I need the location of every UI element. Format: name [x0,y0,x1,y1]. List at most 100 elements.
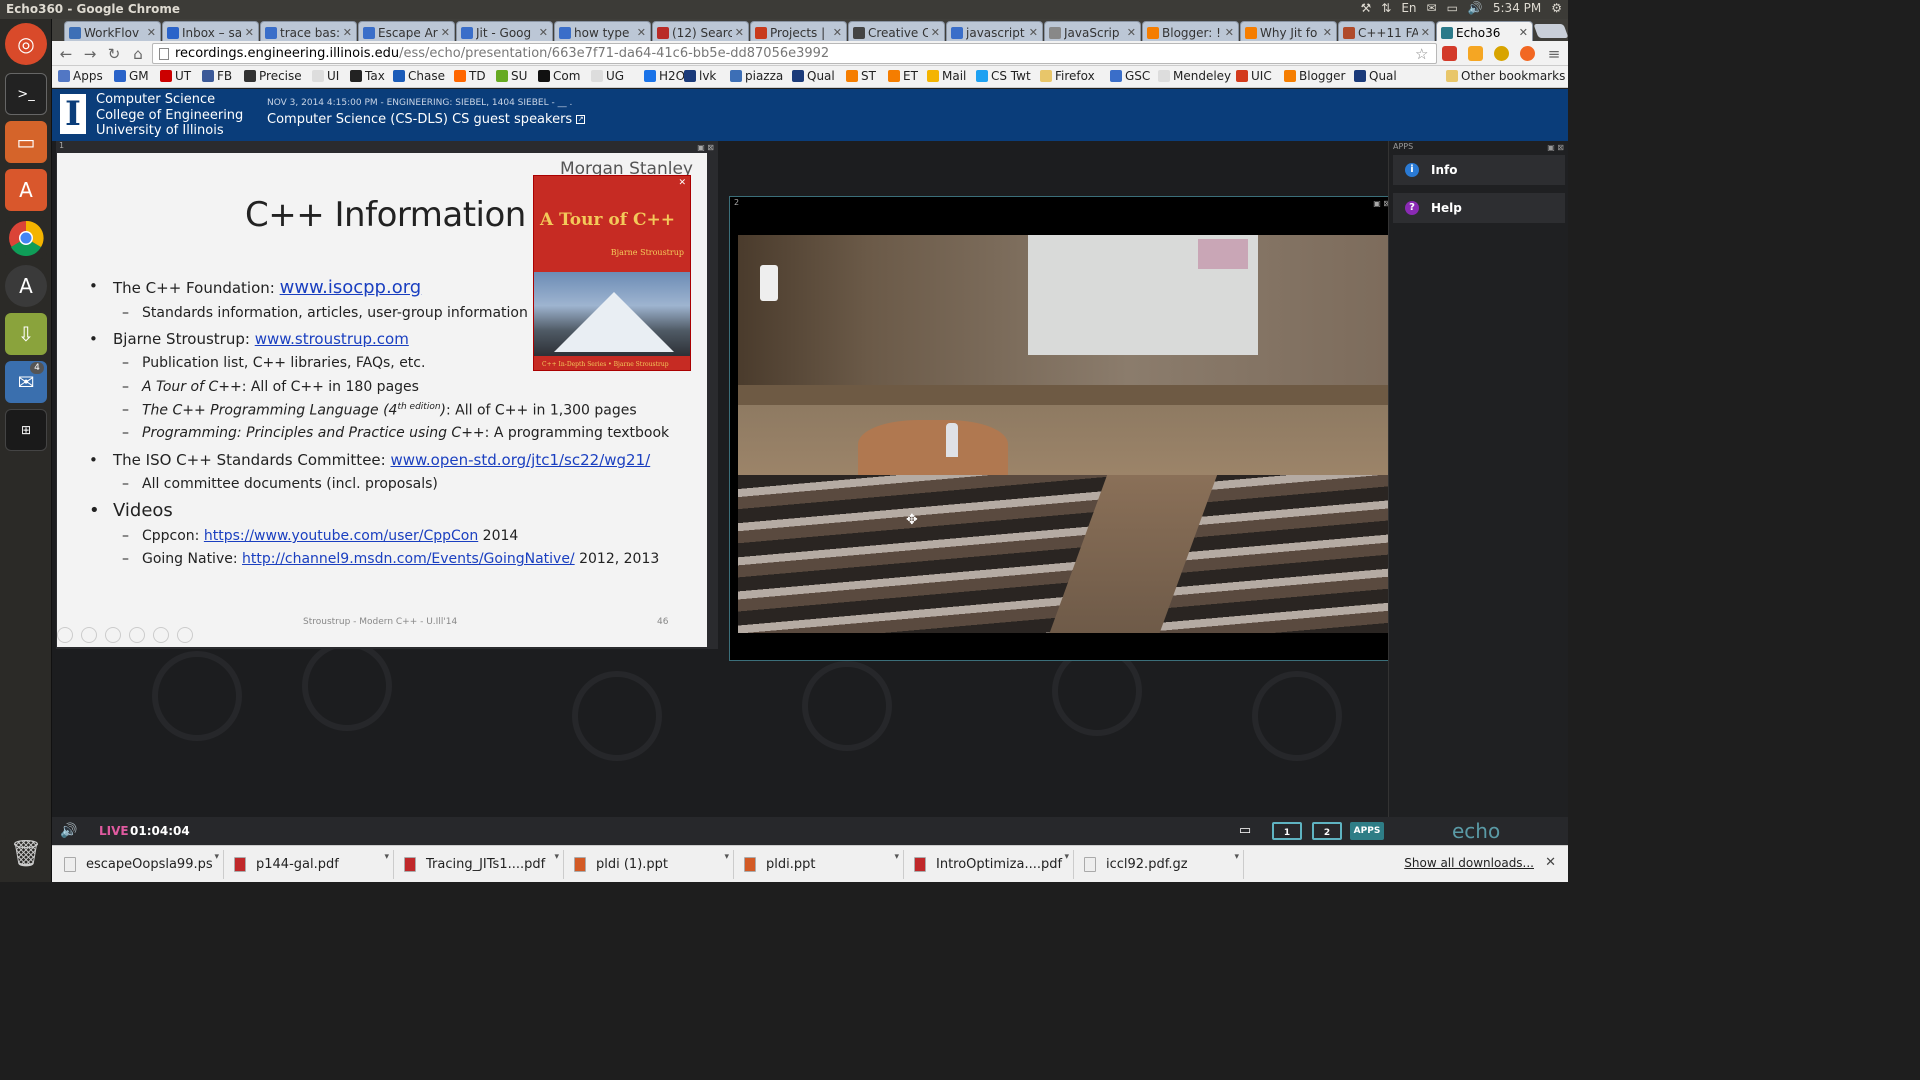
chevron-down-icon[interactable]: ▾ [724,852,729,862]
bookmark[interactable]: UT [160,69,191,83]
chevron-down-icon[interactable]: ▾ [554,852,559,862]
terminal-icon[interactable]: >_ [5,73,47,115]
volume-icon[interactable]: 🔊 [60,823,77,839]
bookmark[interactable]: Qual [1354,69,1397,83]
download-item[interactable]: iccl92.pdf.gz ▾ [1076,850,1244,879]
download-item[interactable]: p144-gal.pdf ▾ [226,850,394,879]
tab-close-icon[interactable]: ✕ [245,26,254,39]
cppcon-link[interactable]: https://www.youtube.com/user/CppCon [204,528,478,544]
bookmark[interactable]: Com [538,69,580,83]
tab[interactable]: how type ✕ [554,21,651,41]
download-item[interactable]: Tracing_JITs1....pdf ▾ [396,850,564,879]
download-item[interactable]: pldi.ppt ▾ [736,850,904,879]
software-center-icon[interactable]: A [5,169,47,211]
external-link-icon[interactable]: ↗ [576,115,586,124]
bookmark[interactable]: Tax [350,69,385,83]
chevron-down-icon[interactable]: ▾ [1234,852,1239,862]
tab-close-icon[interactable]: ✕ [1225,26,1234,39]
bookmark[interactable]: Blogger [1284,69,1345,83]
tab-close-icon[interactable]: ✕ [147,26,156,39]
download-item[interactable]: escapeOopsla99.ps ▾ [56,850,224,879]
chevron-down-icon[interactable]: ▾ [894,852,899,862]
home-button[interactable]: ⌂ [128,44,148,64]
tab[interactable]: Why Jit fo ✕ [1240,21,1337,41]
tab[interactable]: Escape Ar ✕ [358,21,455,41]
tab-close-icon[interactable]: ✕ [1323,26,1332,39]
tab-close-icon[interactable]: ✕ [637,26,646,39]
apps-button[interactable]: APPS [1350,822,1384,840]
tab[interactable]: Creative C ✕ [848,21,945,41]
bookmark[interactable]: Chase [393,69,445,83]
bookmark[interactable]: Apps [58,69,103,83]
copy-icon[interactable] [129,627,145,643]
video-panel[interactable]: 2 ▣ ⊠ ✥ [729,196,1395,661]
dash-icon[interactable]: ◎ [5,23,47,65]
tab-close-icon[interactable]: ✕ [833,26,842,39]
chevron-down-icon[interactable]: ▾ [214,852,219,862]
bookmark[interactable]: H2O [644,69,685,83]
tab[interactable]: Blogger: ! ✕ [1142,21,1239,41]
files-icon[interactable]: ▭ [5,121,47,163]
tab-close-icon[interactable]: ✕ [1127,26,1136,39]
next-slide-icon[interactable] [81,627,97,643]
app-help[interactable]: ? Help [1393,193,1565,223]
mail-icon[interactable]: ✉ [1427,1,1437,15]
bookmark[interactable]: UIC [1236,69,1272,83]
bookmark[interactable]: UI [312,69,339,83]
tab-close-icon[interactable]: ✕ [343,26,352,39]
gear-icon[interactable]: ⚙ [1551,1,1562,15]
battery-icon[interactable]: ▭ [1447,1,1458,15]
bookmark[interactable]: GSC [1110,69,1150,83]
tab[interactable]: trace bas: ✕ [260,21,357,41]
tab[interactable]: JavaScrip ✕ [1044,21,1141,41]
bookmark[interactable]: SU [496,69,527,83]
tab-close-icon[interactable]: ✕ [1029,26,1038,39]
zoom-icon[interactable] [153,627,169,643]
presentation-title[interactable]: Computer Science (CS-DLS) CS guest speak… [267,112,586,127]
other-bookmarks[interactable]: Other bookmarks [1446,69,1565,83]
bookmark[interactable]: CS Twt [976,69,1031,83]
tab-close-icon[interactable]: ✕ [1519,26,1528,39]
chrome-menu-button[interactable]: ≡ [1544,44,1564,64]
close-shelf-icon[interactable]: ✕ [1545,855,1556,870]
tray-icon[interactable]: En [1401,1,1416,15]
slide-panel[interactable]: 1 ▣ ⊠ Morgan Stanley C++ Information ✕ A… [56,141,718,649]
forward-button[interactable]: → [80,44,100,64]
trash-icon[interactable]: 🗑 [5,833,47,875]
extension-icon[interactable] [1468,46,1483,61]
bookmark[interactable]: ET [888,69,918,83]
chevron-down-icon[interactable]: ▾ [384,852,389,862]
tab[interactable]: Jit - Goog ✕ [456,21,553,41]
layout-button[interactable]: ▭ [1232,822,1258,840]
panel-controls[interactable]: ▣ ⊠ [1547,143,1564,152]
tab[interactable]: javascript ✕ [946,21,1043,41]
tab-close-icon[interactable]: ✕ [1421,26,1430,39]
pen-icon[interactable] [105,627,121,643]
tab-close-icon[interactable]: ✕ [441,26,450,39]
bookmark[interactable]: TD [454,69,486,83]
source-2-button[interactable]: 2 [1312,822,1342,840]
bookmark[interactable]: ST [846,69,876,83]
lecture-video[interactable]: ✥ [738,235,1388,633]
more-icon[interactable] [177,627,193,643]
updater-icon[interactable]: A [5,265,47,307]
app-info[interactable]: i Info [1393,155,1565,185]
reload-button[interactable]: ↻ [104,44,124,64]
bookmark[interactable]: Mail [927,69,966,83]
chevron-down-icon[interactable]: ▾ [1064,852,1069,862]
tab[interactable]: Inbox – sa ✕ [162,21,259,41]
extension-icon[interactable] [1442,46,1457,61]
volume-icon[interactable]: 🔊 [1468,1,1483,15]
workspaces-icon[interactable]: ⊞ [5,409,47,451]
tray-icon[interactable]: ⇅ [1381,1,1391,15]
open-std-link[interactable]: www.open-std.org/jtc1/sc22/wg21/ [390,451,650,469]
bookmark[interactable]: Qual [792,69,835,83]
download-item[interactable]: IntroOptimiza....pdf ▾ [906,850,1074,879]
goingnative-link[interactable]: http://channel9.msdn.com/Events/GoingNat… [242,551,575,567]
tab-close-icon[interactable]: ✕ [735,26,744,39]
tab[interactable]: (12) Searc ✕ [652,21,749,41]
extension-icon[interactable] [1520,46,1535,61]
tab[interactable]: Projects | ✕ [750,21,847,41]
address-bar[interactable]: recordings.engineering.illinois.edu/ess/… [152,43,1437,64]
tab[interactable]: WorkFlov ✕ [64,21,161,41]
